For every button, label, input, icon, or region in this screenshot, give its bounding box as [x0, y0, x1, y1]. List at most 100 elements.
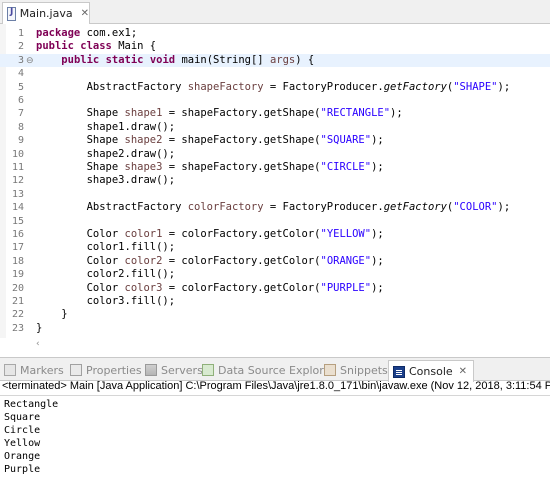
code-text: AbstractFactory shapeFactory = FactoryPr…	[36, 80, 511, 93]
editor-tab-label: Main.java	[19, 7, 73, 20]
tab-properties-label: Properties	[86, 363, 142, 377]
code-text: Color color3 = colorFactory.getColor("PU…	[36, 281, 384, 294]
code-text: shape2.draw();	[36, 147, 176, 160]
code-line[interactable]: 1 package com.ex1;	[0, 27, 550, 40]
tab-snippets-label: Snippets	[340, 363, 388, 377]
code-text: shape1.draw();	[36, 120, 176, 133]
servers-icon	[145, 364, 157, 376]
code-line[interactable]: 5 AbstractFactory shapeFactory = Factory…	[0, 81, 550, 94]
views-tab-bar: Markers Properties Servers Data Source E…	[0, 357, 550, 382]
code-line[interactable]: 21 color3.fill();	[0, 295, 550, 308]
line-number: 10	[11, 148, 24, 160]
line-number: 11	[11, 162, 24, 173]
line-number: 8	[17, 121, 24, 133]
console-output-line: Orange	[4, 451, 41, 462]
code-line[interactable]: 4	[0, 67, 550, 80]
code-text: Color color2 = colorFactory.getColor("OR…	[36, 254, 384, 267]
code-text: public class Main {	[36, 40, 157, 53]
console-divider	[0, 395, 550, 396]
console-icon	[393, 365, 405, 378]
code-text: Shape shape1 = shapeFactory.getShape("RE…	[36, 107, 403, 120]
code-line[interactable]: 10 shape2.draw();	[0, 148, 550, 161]
code-line[interactable]: 23}	[0, 322, 550, 335]
tab-console-label: Console	[409, 365, 453, 378]
code-line[interactable]: 8 shape1.draw();	[0, 121, 550, 134]
line-number: 19	[11, 269, 24, 281]
code-line[interactable]: 14 AbstractFactory colorFactory = Factor…	[0, 201, 550, 214]
close-icon[interactable]: ✕	[81, 8, 89, 19]
line-number: 21	[11, 296, 24, 307]
code-line[interactable]: 22 }	[0, 308, 550, 321]
code-text: }	[36, 321, 43, 334]
code-line[interactable]: 17 color1.fill();	[0, 241, 550, 254]
tab-markers[interactable]: Markers	[4, 360, 64, 380]
line-number: 14	[11, 202, 24, 214]
code-line[interactable]: 6	[0, 94, 550, 107]
code-line[interactable]: 15	[0, 215, 550, 228]
line-number: 4	[17, 68, 24, 80]
line-number: 9	[17, 135, 24, 147]
code-line[interactable]: 9 Shape shape2 = shapeFactory.getShape("…	[0, 134, 550, 147]
code-line[interactable]: 11 Shape shape3 = shapeFactory.getShape(…	[0, 161, 550, 174]
line-number: 5	[17, 81, 24, 93]
line-number: 22	[11, 309, 24, 321]
code-line[interactable]: 3 ⊖ public static void main(String[] args…	[0, 53, 550, 68]
horizontal-scrollbar[interactable]: ‹	[36, 338, 550, 348]
line-number: 13	[11, 188, 24, 200]
console-output-line: Rectangle	[4, 399, 59, 410]
line-number: 16	[11, 229, 24, 240]
close-icon[interactable]: ✕	[459, 366, 467, 377]
console-status-line: <terminated> Main [Java Application] C:\…	[2, 380, 550, 392]
properties-icon	[70, 364, 82, 376]
tab-snippets[interactable]: Snippets	[324, 360, 388, 380]
scroll-left-arrow-icon: ‹	[36, 339, 40, 348]
line-number: 18	[11, 255, 24, 267]
tab-markers-label: Markers	[20, 363, 64, 377]
code-text: package com.ex1;	[36, 27, 138, 39]
tab-console[interactable]: Console ✕	[388, 360, 475, 382]
line-number: 6	[17, 95, 24, 106]
fold-toggle-icon[interactable]: ⊖	[26, 55, 34, 68]
editor-tab-main-java[interactable]: Main.java ✕	[2, 2, 90, 24]
code-text: Shape shape2 = shapeFactory.getShape("SQ…	[36, 134, 384, 147]
line-number: 2	[17, 41, 24, 53]
code-line[interactable]: 18 Color color2 = colorFactory.getColor(…	[0, 255, 550, 268]
code-text: color1.fill();	[36, 241, 176, 254]
console-output-line: Purple	[4, 464, 41, 475]
console-output-line: Circle	[4, 425, 41, 436]
console-output-line: Yellow	[4, 438, 41, 449]
line-number: 12	[11, 175, 24, 187]
tab-data-source-explorer-label: Data Source Explorer	[218, 363, 335, 377]
code-line[interactable]: 13	[0, 188, 550, 201]
code-line[interactable]: 19 color2.fill();	[0, 268, 550, 281]
code-text: AbstractFactory colorFactory = FactoryPr…	[36, 201, 511, 214]
line-number: 15	[11, 215, 24, 227]
line-number: 7	[17, 108, 24, 120]
code-text: color2.fill();	[36, 268, 176, 281]
code-text: Shape shape3 = shapeFactory.getShape("CI…	[36, 161, 384, 173]
code-line[interactable]: 16 Color color1 = colorFactory.getColor(…	[0, 228, 550, 241]
code-text: shape3.draw();	[36, 174, 176, 187]
editor-tab-bar: Main.java ✕	[0, 0, 550, 24]
code-line[interactable]: 7 Shape shape1 = shapeFactory.getShape("…	[0, 107, 550, 120]
code-text: public static void main(String[] args) {	[61, 53, 315, 66]
code-editor[interactable]: 1 package com.ex1; 2 public class Main {3 ⊖ …	[0, 24, 550, 348]
line-number: 17	[11, 242, 24, 254]
code-text: color3.fill();	[36, 295, 176, 307]
line-number: 20	[11, 282, 24, 294]
data-source-explorer-icon	[202, 364, 214, 376]
tab-servers-label: Servers	[161, 363, 203, 377]
code-text: }	[36, 308, 68, 321]
code-line[interactable]: 12 shape3.draw();	[0, 174, 550, 187]
tab-data-source-explorer[interactable]: Data Source Explorer	[202, 360, 335, 380]
markers-icon	[4, 364, 16, 376]
code-line[interactable]: 2 public class Main {	[0, 40, 550, 53]
tab-properties[interactable]: Properties	[70, 360, 142, 380]
console-output[interactable]: Rectangle Square Circle Yellow Orange Pu…	[4, 398, 58, 476]
code-line[interactable]: 20 Color color3 = colorFactory.getColor(…	[0, 282, 550, 295]
code-text: Color color1 = colorFactory.getColor("YE…	[36, 228, 384, 240]
snippets-icon	[324, 364, 336, 376]
tab-servers[interactable]: Servers	[145, 360, 203, 380]
line-number: 3	[17, 54, 24, 66]
line-number: 1	[17, 28, 24, 39]
